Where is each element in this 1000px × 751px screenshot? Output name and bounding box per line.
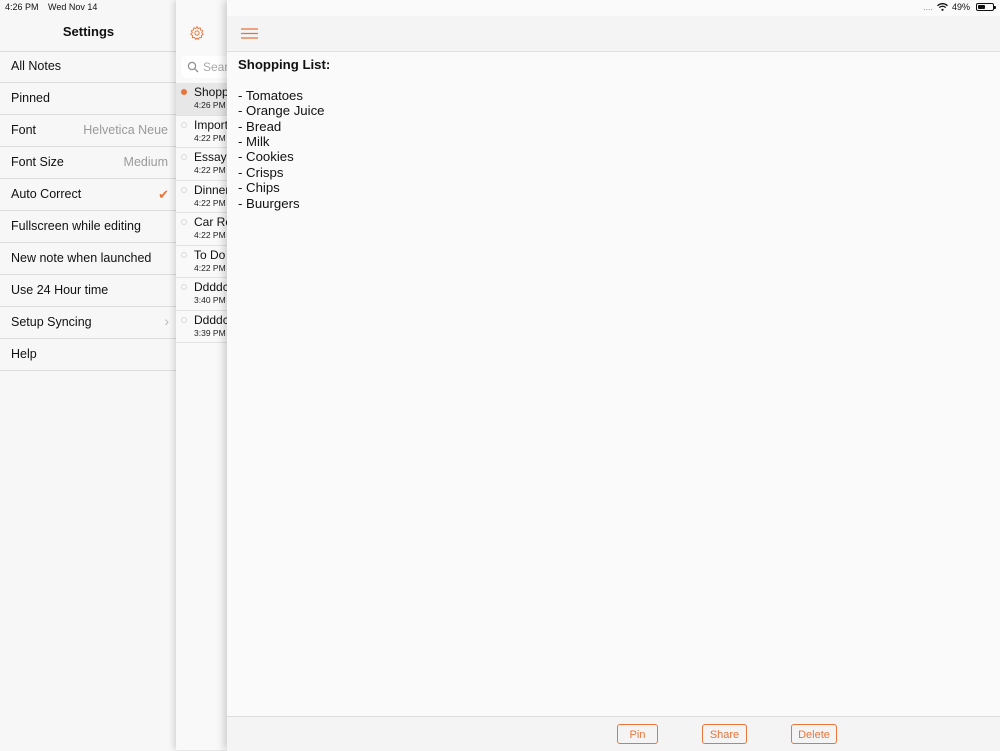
settings-row-fullscreen-while-editing[interactable]: Fullscreen while editing xyxy=(0,211,177,243)
status-time: 4:26 PM xyxy=(5,2,39,12)
wifi-icon xyxy=(937,3,948,11)
note-line: - Milk xyxy=(238,134,270,150)
battery-icon xyxy=(976,3,996,11)
note-heading: Shopping List: xyxy=(238,57,331,72)
note-time: 4:22 PM xyxy=(194,197,226,208)
unselected-dot-icon xyxy=(181,316,187,323)
note-time: 4:22 PM xyxy=(194,230,226,240)
note-time: 4:26 PM xyxy=(194,100,226,110)
signal-icon: .... xyxy=(922,2,933,12)
delete-button[interactable]: Delete xyxy=(791,724,837,744)
settings-panel: Settings All Notes Pinned Font Helvetica Ne… xyxy=(0,0,177,750)
note-time: 4:22 PM xyxy=(194,132,226,143)
settings-row-label: Pinned xyxy=(11,91,50,105)
note-line: - Chips xyxy=(238,180,280,196)
note-time: 4:22 PM xyxy=(194,165,226,175)
search-placeholder: Sear xyxy=(203,60,229,74)
note-title: Dinner xyxy=(194,182,230,197)
status-date: Wed Nov 14 xyxy=(48,2,98,12)
settings-row-label: Help xyxy=(11,347,37,361)
pin-button[interactable]: Pin xyxy=(617,724,658,744)
editor-toolbar xyxy=(227,16,1000,52)
battery-percent: 49% xyxy=(951,2,970,12)
note-line: - Bread xyxy=(238,118,282,134)
note-title: Essay xyxy=(194,150,227,164)
note-title: To Do xyxy=(194,247,226,262)
chevron-right-icon: › xyxy=(164,313,169,329)
note-time: 3:40 PM xyxy=(194,295,226,305)
settings-row-use-24-hour-time[interactable]: Use 24 Hour time xyxy=(0,275,177,307)
note-title: Ddddc xyxy=(194,312,229,327)
unselected-dot-icon xyxy=(181,284,187,290)
settings-row-help[interactable]: Help xyxy=(0,339,177,371)
settings-row-new-note-when-launched[interactable]: New note when launched xyxy=(0,243,177,275)
settings-row-auto-correct[interactable]: Auto Correct ✔ xyxy=(0,179,177,211)
editor-footer: Pin Share Delete xyxy=(227,716,1000,751)
unselected-dot-icon xyxy=(181,121,187,128)
note-line: - Crisps xyxy=(238,164,284,180)
checkmark-icon: ✔ xyxy=(158,187,169,202)
note-title: Shopp xyxy=(194,85,229,99)
settings-row-pinned[interactable]: Pinned xyxy=(0,83,177,115)
search-icon xyxy=(187,61,199,73)
settings-row-label: Font Size xyxy=(11,155,64,169)
battery-level xyxy=(978,5,985,9)
unselected-dot-icon xyxy=(181,251,187,258)
settings-row-label: Use 24 Hour time xyxy=(11,283,109,297)
unselected-dot-icon xyxy=(181,186,187,193)
unselected-dot-icon xyxy=(181,219,187,225)
settings-row-label: All Notes xyxy=(11,59,62,73)
settings-list: All Notes Pinned Font Helvetica Neue Font Si… xyxy=(0,51,177,371)
settings-row-font[interactable]: Font Helvetica Neue xyxy=(0,115,177,147)
note-editor-panel: Shopping List: - Tomatoes - Orange Juice -… xyxy=(227,0,1000,751)
settings-row-setup-syncing[interactable]: Setup Syncing › xyxy=(0,307,177,339)
settings-row-value: Medium xyxy=(123,155,168,169)
note-text-area[interactable]: Shopping List: - Tomatoes - Orange Juice -… xyxy=(238,57,330,211)
gear-icon[interactable] xyxy=(189,25,205,41)
note-time: 3:39 PM xyxy=(194,327,226,338)
settings-row-font-size[interactable]: Font Size Medium xyxy=(0,147,177,179)
note-line: - Cookies xyxy=(238,149,294,165)
settings-row-label: Setup Syncing xyxy=(11,315,92,329)
selected-dot-icon xyxy=(181,89,187,95)
note-title: Import xyxy=(194,117,229,132)
settings-row-label: Auto Correct xyxy=(11,187,82,201)
unselected-dot-icon xyxy=(181,154,187,160)
settings-row-label: Fullscreen while editing xyxy=(11,219,141,233)
note-title: Ddddc xyxy=(194,280,229,294)
note-line: - Buurgers xyxy=(238,195,300,211)
settings-row-value: Helvetica Neue xyxy=(83,123,168,137)
status-bar: 4:26 PM Wed Nov 14 .... 49% xyxy=(0,0,1000,16)
settings-title: Settings xyxy=(62,24,115,39)
settings-row-label: New note when launched xyxy=(11,251,152,265)
settings-row-label: Font xyxy=(11,123,37,137)
note-time: 4:22 PM xyxy=(194,262,226,273)
note-line: - Orange Juice xyxy=(238,103,325,119)
status-indicators: .... 49% xyxy=(922,2,996,12)
note-line: - Tomatoes xyxy=(238,87,303,103)
settings-row-all-notes[interactable]: All Notes xyxy=(0,51,177,83)
hamburger-menu-icon[interactable] xyxy=(241,28,258,39)
share-button[interactable]: Share xyxy=(702,724,747,744)
